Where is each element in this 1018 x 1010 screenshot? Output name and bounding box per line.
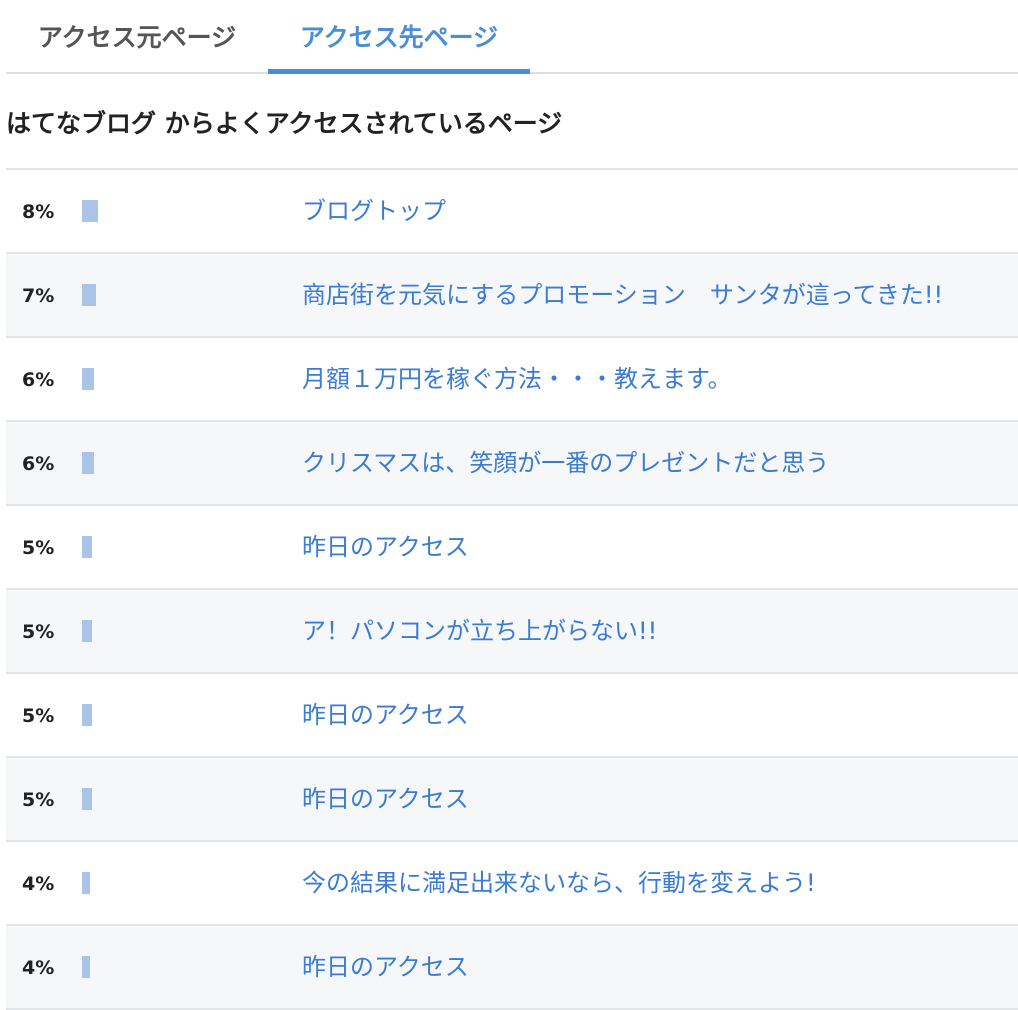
page-link[interactable]: ア！パソコンが立ち上がらない!! [302,590,657,674]
section-heading: はてなブログ からよくアクセスされているページ [6,109,563,138]
list-item: 4% 今の結果に満足出来ないなら、行動を変えよう! [6,842,1018,926]
list-item: 7% 商店街を元気にするプロモーション サンタが這ってきた!! [6,254,1018,338]
list-item: 5% ア！パソコンが立ち上がらない!! [6,590,1018,674]
percent-label: 5% [22,621,55,643]
tab-bar: アクセス元ページ アクセス先ページ [6,0,1018,74]
percent-bar [82,452,94,474]
percent-bar [82,536,92,558]
percent-label: 5% [22,537,55,559]
percent-label: 7% [22,285,55,307]
page-link[interactable]: 昨日のアクセス [302,758,469,842]
page-link[interactable]: 今の結果に満足出来ないなら、行動を変えよう! [302,842,816,926]
percent-bar [82,872,90,894]
percent-bar [82,788,92,810]
page-list: 8% ブログトップ 7% 商店街を元気にするプロモーション サンタが這ってきた!… [6,168,1018,1010]
list-item: 5% 昨日のアクセス [6,674,1018,758]
percent-bar [82,368,94,390]
percent-bar [82,284,96,306]
list-item: 6% 月額１万円を稼ぐ方法・・・教えます。 [6,338,1018,422]
percent-bar [82,620,92,642]
percent-label: 5% [22,789,55,811]
page-link[interactable]: 商店街を元気にするプロモーション サンタが這ってきた!! [302,254,943,338]
tab-referrer-pages[interactable]: アクセス元ページ [6,0,268,72]
percent-label: 5% [22,705,55,727]
percent-label: 4% [22,957,55,979]
percent-label: 8% [22,201,55,223]
percent-bar [82,704,92,726]
page-link[interactable]: 月額１万円を稼ぐ方法・・・教えます。 [302,338,732,422]
page-link[interactable]: 昨日のアクセス [302,506,469,590]
list-item: 5% 昨日のアクセス [6,506,1018,590]
list-item: 6% クリスマスは、笑顔が一番のプレゼントだと思う [6,422,1018,506]
list-item: 8% ブログトップ [6,170,1018,254]
page-link[interactable]: 昨日のアクセス [302,674,469,758]
percent-label: 6% [22,369,55,391]
tab-destination-pages[interactable]: アクセス先ページ [268,0,530,74]
page-link[interactable]: ブログトップ [302,170,446,254]
page-link[interactable]: クリスマスは、笑顔が一番のプレゼントだと思う [302,422,829,506]
percent-bar [82,200,98,222]
list-item: 5% 昨日のアクセス [6,758,1018,842]
list-item: 4% 昨日のアクセス [6,926,1018,1010]
percent-label: 4% [22,873,55,895]
page-link[interactable]: 昨日のアクセス [302,926,469,1010]
percent-label: 6% [22,453,55,475]
percent-bar [82,956,90,978]
